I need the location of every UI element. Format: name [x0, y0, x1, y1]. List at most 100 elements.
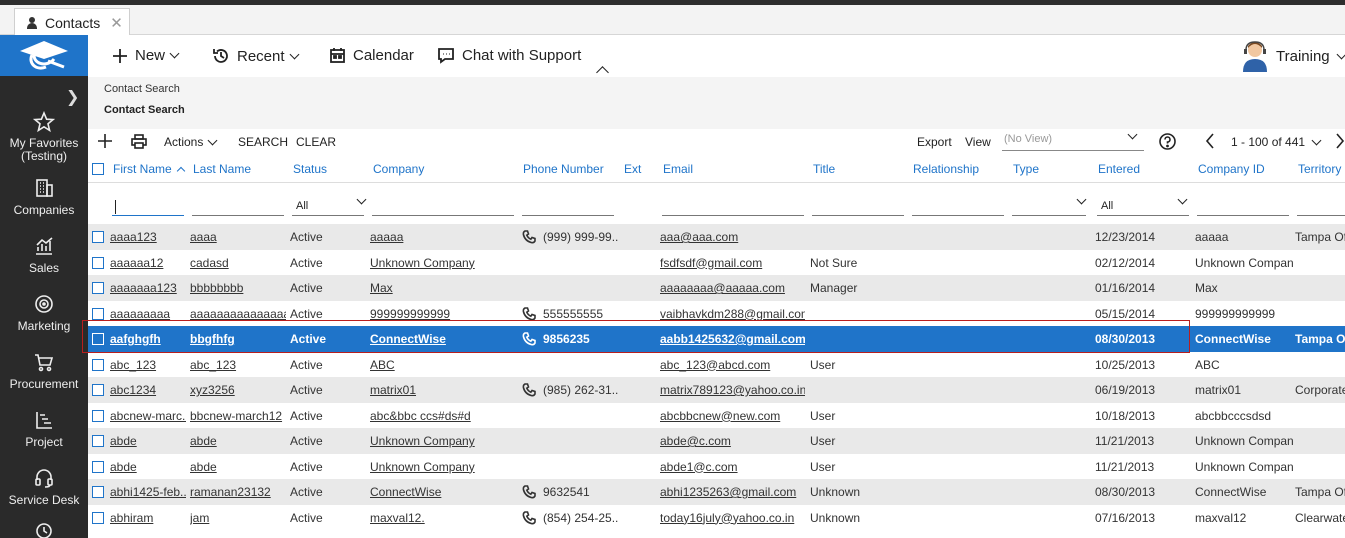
cell-first-name[interactable]: abde [110, 460, 186, 474]
nav-project[interactable]: Project [0, 409, 88, 449]
filter-territory[interactable] [1297, 215, 1345, 216]
nav-companies[interactable]: Companies [0, 177, 88, 217]
row-checkbox[interactable] [92, 460, 104, 473]
cell-last-name[interactable]: jam [190, 511, 286, 525]
clear-button[interactable]: CLEAR [296, 135, 336, 149]
row-checkbox[interactable] [92, 358, 104, 371]
filter-status[interactable] [292, 215, 364, 216]
cell-email[interactable]: abde1@c.com [660, 460, 805, 474]
view-select[interactable]: (No View) [1002, 129, 1144, 151]
filter-email[interactable] [662, 215, 804, 216]
row-checkbox[interactable] [92, 384, 104, 396]
filter-entered[interactable] [1097, 215, 1189, 216]
cell-first-name[interactable]: aaaaaaa123 [110, 281, 186, 295]
row-checkbox[interactable] [92, 282, 104, 294]
row-checkbox[interactable] [92, 307, 104, 320]
cell-email[interactable]: aabb1425632@gmail.com [660, 332, 805, 346]
cell-email[interactable]: today16july@yahoo.co.in [660, 511, 805, 525]
recent-menu-button[interactable]: Recent [212, 47, 299, 65]
nav-service-desk[interactable]: Service Desk [0, 467, 88, 507]
phone-icon[interactable] [522, 306, 536, 324]
filter-type[interactable] [1012, 215, 1086, 216]
phone-icon[interactable] [522, 510, 536, 528]
row-checkbox[interactable] [92, 231, 104, 243]
cell-email[interactable]: vaibhavkdm288@gmail.com [660, 307, 805, 321]
col-title[interactable]: Title [813, 162, 835, 176]
phone-icon[interactable] [522, 485, 536, 502]
col-territory[interactable]: Territory [1298, 162, 1341, 176]
filter-company[interactable] [372, 215, 514, 216]
cell-first-name[interactable]: abhiram [110, 511, 186, 525]
table-row[interactable]: abc1234 xyz3256 Active matrix01 (985) 262-31… [88, 377, 1345, 403]
close-icon[interactable]: ✕ [110, 14, 123, 32]
next-page-button[interactable] [1336, 133, 1345, 149]
phone-icon[interactable] [522, 383, 536, 400]
chevron-right-icon[interactable]: ❯ [66, 87, 79, 107]
select-all-checkbox[interactable] [92, 163, 104, 175]
cell-email[interactable]: aaa@aaa.com [660, 230, 805, 244]
col-status[interactable]: Status [293, 162, 327, 176]
row-checkbox[interactable] [92, 511, 104, 524]
print-button[interactable] [131, 134, 147, 149]
tab-contacts[interactable]: Contacts ✕ [14, 8, 130, 36]
chat-support-button[interactable]: Chat with Support [437, 47, 581, 64]
search-button[interactable]: SEARCH [238, 135, 288, 149]
table-row[interactable]: aafghgfh bbgfhfg Active ConnectWise 9856235 a… [88, 326, 1345, 352]
filter-title[interactable] [812, 215, 904, 216]
cell-company[interactable]: matrix01 [370, 383, 510, 397]
phone-icon[interactable] [522, 332, 536, 349]
cell-last-name[interactable]: ramanan23132 [190, 485, 286, 499]
cell-first-name[interactable]: aaaa123 [110, 230, 186, 244]
table-row[interactable]: abhiram jam Active maxval12. (854) 254-25...… [88, 505, 1345, 531]
add-contact-button[interactable] [98, 134, 112, 148]
filter-phone[interactable] [522, 215, 614, 216]
filter-last-name[interactable] [192, 215, 284, 216]
cell-last-name[interactable]: aaaa [190, 230, 286, 244]
row-checkbox[interactable] [92, 256, 104, 269]
nav-my-favorites[interactable]: My Favorites (Testing) [0, 110, 88, 163]
avatar[interactable] [1241, 40, 1269, 72]
cell-last-name[interactable]: cadasd [190, 256, 286, 270]
cell-company[interactable]: Unknown Company [370, 460, 510, 474]
cell-last-name[interactable]: bbbbbbbb [190, 281, 286, 295]
table-row[interactable]: abcnew-marc... bbcnew-march12 Active abc&bb… [88, 403, 1345, 429]
cell-email[interactable]: abde@c.com [660, 434, 805, 448]
table-row[interactable]: abhi1425-feb... ramanan23132 Active Connect… [88, 479, 1345, 505]
filter-entered-select[interactable]: All [1101, 194, 1189, 212]
cell-first-name[interactable]: aaaaaaaaa [110, 307, 186, 321]
cell-first-name[interactable]: abde [110, 434, 186, 448]
col-phone-number[interactable]: Phone Number [523, 162, 604, 176]
table-row[interactable]: aaaa123 aaaa Active aaaaa (999) 999-99... aaa… [88, 224, 1345, 250]
user-menu-button[interactable]: Training [1276, 48, 1345, 65]
cell-first-name[interactable]: aafghgfh [110, 332, 186, 346]
filter-status-select[interactable]: All [296, 194, 367, 212]
cell-email[interactable]: fsdfsdf@gmail.com [660, 256, 805, 270]
cell-first-name[interactable]: abc_123 [110, 358, 186, 372]
calendar-button[interactable]: Calendar [329, 47, 414, 64]
app-logo[interactable] [0, 35, 88, 76]
nav-more[interactable] [0, 519, 88, 538]
filter-first-name[interactable] [112, 215, 184, 216]
table-row[interactable]: abde abde Active Unknown Company abde@c.com U… [88, 428, 1345, 454]
new-menu-button[interactable]: New [112, 47, 180, 64]
help-button[interactable] [1159, 133, 1176, 150]
cell-last-name[interactable]: abc_123 [190, 358, 286, 372]
phone-icon[interactable] [522, 230, 536, 247]
filter-company-id[interactable] [1197, 215, 1289, 216]
cell-last-name[interactable]: bbcnew-march12 [190, 409, 286, 423]
pagination-select[interactable]: 1 - 100 of 441 [1231, 135, 1322, 149]
col-entered[interactable]: Entered [1098, 162, 1140, 176]
cell-last-name[interactable]: xyz3256 [190, 383, 286, 397]
table-row[interactable]: aaaaaa12 cadasd Active Unknown Company fsdfs… [88, 250, 1345, 276]
cell-company[interactable]: Unknown Company [370, 256, 510, 270]
table-row[interactable]: abde abde Active Unknown Company abde1@c.com… [88, 454, 1345, 480]
row-checkbox[interactable] [92, 409, 104, 422]
cell-last-name[interactable]: aaaaaaaaaaaaaaaa [190, 307, 286, 321]
col-company[interactable]: Company [373, 162, 424, 176]
cell-last-name[interactable]: abde [190, 460, 286, 474]
cell-email[interactable]: abhi1235263@gmail.com [660, 485, 805, 499]
cell-company[interactable]: ConnectWise [370, 485, 510, 499]
row-checkbox[interactable] [92, 333, 104, 345]
actions-menu-button[interactable]: Actions [164, 135, 218, 149]
cell-company[interactable]: Unknown Company [370, 434, 510, 448]
